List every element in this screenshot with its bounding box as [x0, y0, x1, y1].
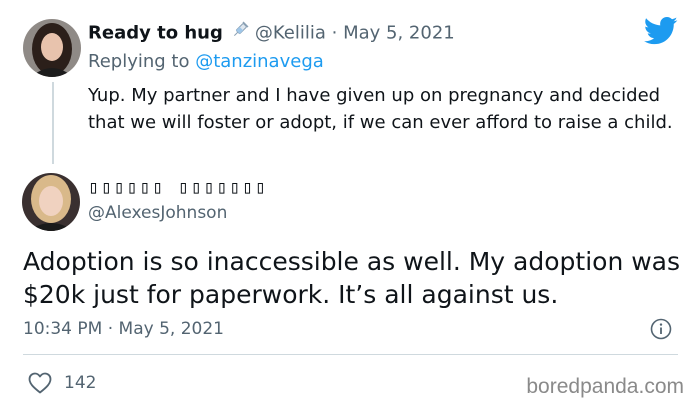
main-handle[interactable]: @AlexesJohnson	[88, 202, 227, 224]
tweet-separator: ·	[107, 319, 114, 339]
reply-text: Yup. My partner and I have given up on p…	[88, 85, 673, 133]
divider	[23, 354, 678, 355]
info-icon[interactable]	[650, 318, 672, 340]
main-avatar[interactable]	[22, 173, 80, 231]
boredpanda-watermark: boredpanda.com	[526, 375, 684, 398]
replying-to-mention[interactable]: @tanzinavega	[195, 51, 324, 72]
reply-handle[interactable]: @Kelilia	[255, 23, 326, 44]
reply-display-name[interactable]: Ready to hug	[88, 23, 223, 44]
tweet-timestamp[interactable]: 10:34 PM · May 5, 2021	[23, 318, 224, 340]
syringe-icon	[231, 21, 249, 46]
reply-avatar[interactable]	[23, 19, 81, 77]
main-tweet-text: Adoption is so inaccessible as well. My …	[23, 247, 681, 309]
tweet-date: May 5, 2021	[118, 319, 224, 339]
replying-to-line: Replying to @tanzinavega	[88, 50, 324, 74]
thread-connector-line	[52, 82, 54, 164]
like-count: 142	[64, 373, 97, 393]
heart-icon[interactable]	[28, 372, 52, 394]
reply-header: Ready to hug @Kelilia · May 5, 2021	[88, 21, 455, 46]
twitter-bird-icon	[643, 16, 678, 46]
reply-separator: ·	[331, 22, 338, 44]
replying-to-prefix: Replying to	[88, 51, 196, 72]
main-display-name[interactable]: ▯▯▯▯▯▯ ▯▯▯▯▯▯▯	[88, 177, 268, 199]
tweet-time: 10:34 PM	[23, 319, 103, 339]
reply-date[interactable]: May 5, 2021	[343, 23, 455, 44]
